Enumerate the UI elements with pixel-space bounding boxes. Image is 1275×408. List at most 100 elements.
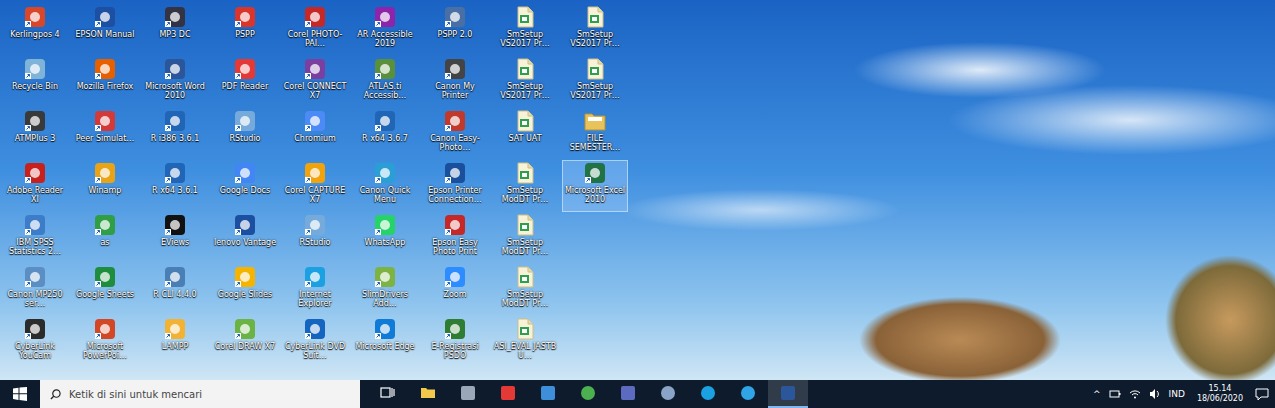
desktop-icon[interactable]: Kerlingpos 4: [2, 4, 68, 56]
icon-label: Corel PHOTO-PAI…: [283, 30, 347, 48]
icon-label: Epson Printer Connection…: [423, 186, 487, 204]
desktop-icon[interactable]: Canon MP250 ser…: [2, 264, 68, 316]
desktop-icon[interactable]: Canon Easy-Photo…: [422, 108, 488, 160]
desktop-icon[interactable]: SmSetup VS2017 Pr…: [492, 56, 558, 108]
desktop-icon[interactable]: R x64 3.6.1: [142, 160, 208, 212]
icon-label: PSPP: [213, 30, 277, 39]
app-icon: [24, 58, 46, 80]
screen: Kerlingpos 4Recycle BinATMPlus 3Adobe Re…: [0, 0, 1275, 408]
desktop-icon[interactable]: Peer Simulat…: [72, 108, 138, 160]
desktop-icon[interactable]: Chromium: [282, 108, 348, 160]
app-icon: [444, 110, 466, 132]
desktop-icon[interactable]: Canon My Printer: [422, 56, 488, 108]
desktop-icon[interactable]: SlimDrivers Add…: [352, 264, 418, 316]
desktop-icon[interactable]: RStudio: [212, 108, 278, 160]
desktop-icon[interactable]: Zoom: [422, 264, 488, 316]
desktop-icon[interactable]: as: [72, 212, 138, 264]
taskbar-app[interactable]: [368, 380, 408, 408]
desktop-icon[interactable]: Corel CONNECT X7: [282, 56, 348, 108]
desktop-icon[interactable]: Adobe Reader XI: [2, 160, 68, 212]
desktop-icon[interactable]: Internet Explorer: [282, 264, 348, 316]
desktop-icon[interactable]: SmSetup ModDT Pr…: [492, 212, 558, 264]
taskbar-app[interactable]: [448, 380, 488, 408]
desktop-icon[interactable]: MP3 DC: [142, 4, 208, 56]
desktop-icon[interactable]: SmSetup VS2017 Pr…: [492, 4, 558, 56]
desktop-icon[interactable]: PSPP 2.0: [422, 4, 488, 56]
tray-chevron[interactable]: ^: [1093, 389, 1101, 399]
network-icon[interactable]: [1129, 388, 1141, 400]
desktop-icon[interactable]: RStudio: [282, 212, 348, 264]
desktop-icon[interactable]: SmSetup ModDT Pr…: [492, 160, 558, 212]
icon-label: Canon Easy-Photo…: [423, 134, 487, 152]
language-indicator[interactable]: IND: [1169, 389, 1185, 399]
desktop-icon[interactable]: R x64 3.6.7: [352, 108, 418, 160]
desktop-icon[interactable]: EViews: [142, 212, 208, 264]
desktop-icon[interactable]: EPSON Manual: [72, 4, 138, 56]
volume-icon[interactable]: [1149, 388, 1161, 400]
taskbar-app[interactable]: [528, 380, 568, 408]
clock[interactable]: 15.1418/06/2020: [1193, 384, 1247, 404]
icon-label: FILE SEMESTER…: [563, 134, 627, 152]
desktop-icon[interactable]: Corel DRAW X7: [212, 316, 278, 368]
desktop-icon[interactable]: WhatsApp: [352, 212, 418, 264]
desktop-icon[interactable]: IBM SPSS Statistics 2…: [2, 212, 68, 264]
desktop-icon[interactable]: Microsoft Edge: [352, 316, 418, 368]
battery-icon[interactable]: [1109, 388, 1121, 400]
desktop-icon[interactable]: E-Registrasi PSDO: [422, 316, 488, 368]
app-icon: [164, 162, 186, 184]
icon-label: SmSetup VS2017 Pr…: [563, 30, 627, 48]
desktop-icon[interactable]: Corel CAPTURE X7: [282, 160, 348, 212]
desktop-icon[interactable]: SmSetup VS2017 Pr…: [562, 4, 628, 56]
desktop-icon[interactable]: Corel PHOTO-PAI…: [282, 4, 348, 56]
notification-icon[interactable]: [1255, 387, 1269, 401]
desktop-icon[interactable]: LAMPP: [142, 316, 208, 368]
desktop-icon[interactable]: Epson Printer Connection…: [422, 160, 488, 212]
task-view-icon: [380, 385, 396, 401]
desktop-icon[interactable]: Microsoft Word 2010: [142, 56, 208, 108]
app-icon: [444, 214, 466, 236]
desktop-icon[interactable]: Epson Easy Photo Print: [422, 212, 488, 264]
taskbar-app[interactable]: [568, 380, 608, 408]
desktop-icon[interactable]: Mozilla Firefox: [72, 56, 138, 108]
taskbar-app[interactable]: [648, 380, 688, 408]
desktop-icon[interactable]: SAT UAT: [492, 108, 558, 160]
desktop-icon[interactable]: Winamp: [72, 160, 138, 212]
app-icon: [374, 58, 396, 80]
desktop-icon[interactable]: Recycle Bin: [2, 56, 68, 108]
desktop-icon[interactable]: lenovo Vantage: [212, 212, 278, 264]
file-icon: [514, 6, 536, 28]
taskbar-app[interactable]: [608, 380, 648, 408]
desktop-icon[interactable]: Google Sheets: [72, 264, 138, 316]
desktop-icon[interactable]: Microsoft PowerPoi…: [72, 316, 138, 368]
taskbar-app[interactable]: [688, 380, 728, 408]
desktop-icon[interactable]: Microsoft Excel 2010: [562, 160, 628, 212]
taskbar-app[interactable]: [728, 380, 768, 408]
desktop-icon[interactable]: ASI_EVAL JASTB U…: [492, 316, 558, 368]
desktop-icon[interactable]: Canon Quick Menu: [352, 160, 418, 212]
start-button[interactable]: [0, 380, 40, 408]
taskbar-app[interactable]: [408, 380, 448, 408]
edge-icon: [740, 385, 756, 401]
desktop-icon[interactable]: CyberLink YouCam: [2, 316, 68, 368]
desktop-icon[interactable]: R CLI 4.4.0: [142, 264, 208, 316]
desktop-icon[interactable]: CyberLink DVD Suit…: [282, 316, 348, 368]
taskbar-app[interactable]: [488, 380, 528, 408]
desktop-icon[interactable]: PSPP: [212, 4, 278, 56]
desktop-icon[interactable]: Google Docs: [212, 160, 278, 212]
icon-label: Winamp: [73, 186, 137, 195]
desktop-icon[interactable]: Google Slides: [212, 264, 278, 316]
desktop-icon[interactable]: R i386 3.6.1: [142, 108, 208, 160]
desktop-icon[interactable]: SmSetup VS2017 Pr…: [562, 56, 628, 108]
desktop-icon[interactable]: FILE SEMESTER…: [562, 108, 628, 160]
icon-label: Canon MP250 ser…: [3, 290, 67, 308]
desktop-icon[interactable]: ATMPlus 3: [2, 108, 68, 160]
desktop-icon[interactable]: SmSetup ModDT Pr…: [492, 264, 558, 316]
desktop-icon[interactable]: AR Accessible 2019: [352, 4, 418, 56]
app-icon: [234, 266, 256, 288]
taskbar-app[interactable]: [768, 380, 808, 408]
desktop-icon[interactable]: PDF Reader: [212, 56, 278, 108]
search-box[interactable]: Ketik di sini untuk mencari: [40, 380, 360, 408]
desktop-icon[interactable]: ATLAS.ti Accessib…: [352, 56, 418, 108]
store-icon: [460, 385, 476, 401]
icon-label: CyberLink DVD Suit…: [283, 342, 347, 360]
